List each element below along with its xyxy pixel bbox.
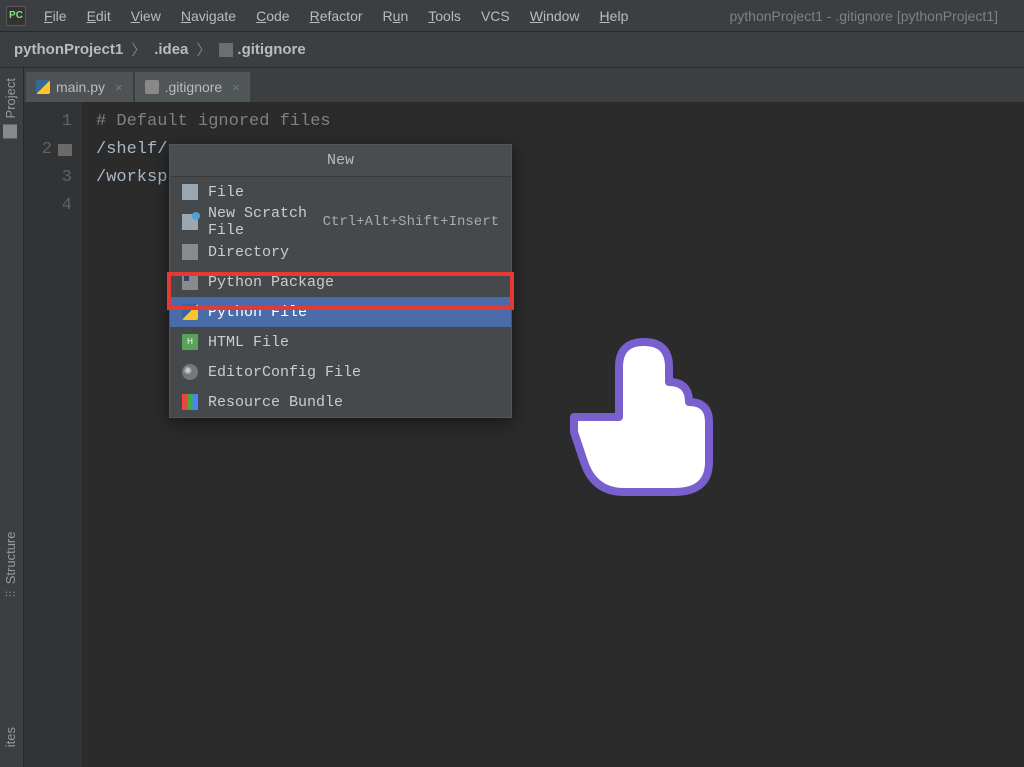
menu-label: ile	[53, 8, 67, 24]
menu-file[interactable]: File	[34, 4, 77, 28]
line-number: 2	[42, 136, 52, 164]
gutter: 1 2 3 4	[24, 102, 82, 767]
tab-gitignore[interactable]: .gitignore ×	[135, 72, 250, 102]
tab-label: main.py	[56, 79, 105, 95]
menu-item-file[interactable]: File	[170, 177, 511, 207]
menu-item-label: File	[208, 184, 244, 201]
file-icon	[219, 43, 233, 57]
scratch-file-icon	[182, 214, 198, 230]
menu-label: elp	[610, 8, 629, 24]
pointing-hand-icon	[564, 322, 724, 502]
menu-item-label: New Scratch File	[208, 205, 313, 239]
python-icon	[36, 80, 50, 94]
left-toolbar: Project ⫶⫶ Structure ites	[0, 68, 24, 767]
chevron-right-icon: 〉	[196, 39, 211, 60]
structure-icon: ⫶⫶	[3, 591, 18, 598]
menu-window[interactable]: Window	[520, 4, 590, 28]
tool-label: ites	[3, 727, 18, 747]
menu-item-label: EditorConfig File	[208, 364, 361, 381]
code-line: # Default ignored files	[96, 108, 331, 136]
gear-icon	[182, 364, 198, 380]
resource-bundle-icon	[182, 394, 198, 410]
menu-label: indow	[543, 8, 580, 24]
menu-edit[interactable]: Edit	[77, 4, 121, 28]
python-icon	[182, 304, 198, 320]
tool-label: Structure	[3, 532, 18, 585]
menu-item-package[interactable]: Python Package	[170, 267, 511, 297]
shortcut-label: Ctrl+Alt+Shift+Insert	[323, 214, 499, 230]
menu-label: efactor	[320, 8, 363, 24]
context-menu-new: New File New Scratch File Ctrl+Alt+Shift…	[169, 144, 512, 418]
folder-icon	[182, 244, 198, 260]
menu-label: iew	[140, 8, 161, 24]
tool-favorites[interactable]: ites	[0, 717, 21, 757]
close-icon[interactable]: ×	[115, 80, 123, 95]
menu-tools[interactable]: Tools	[418, 4, 471, 28]
folder-icon	[58, 144, 72, 156]
menu-item-editorconfig[interactable]: EditorConfig File	[170, 357, 511, 387]
editor-tabs: main.py × .gitignore ×	[24, 68, 1024, 102]
package-icon	[182, 274, 198, 290]
menu-help[interactable]: Help	[590, 4, 639, 28]
tab-label: .gitignore	[165, 79, 223, 95]
code-editor[interactable]: 1 2 3 4 # Default ignored files /shelf/ …	[24, 102, 1024, 767]
menu-label: dit	[96, 8, 111, 24]
breadcrumb-folder[interactable]: .idea	[154, 41, 188, 58]
menu-vcs[interactable]: VCS	[471, 4, 520, 28]
menu-item-label: Python Package	[208, 274, 334, 291]
close-icon[interactable]: ×	[232, 80, 240, 95]
menu-item-label: Directory	[208, 244, 289, 261]
breadcrumb-project[interactable]: pythonProject1	[14, 41, 123, 58]
context-menu-title: New	[170, 145, 511, 177]
menu-item-html[interactable]: H HTML File	[170, 327, 511, 357]
tool-label: Project	[3, 78, 18, 118]
file-icon	[145, 80, 159, 94]
file-icon	[182, 184, 198, 200]
chevron-right-icon: 〉	[131, 39, 146, 60]
line-number: 1	[62, 108, 72, 136]
workspace: Project ⫶⫶ Structure ites main.py × .git…	[0, 68, 1024, 767]
menu-item-python-file[interactable]: Python File	[170, 297, 511, 327]
line-number: 3	[62, 164, 72, 192]
window-title: pythonProject1 - .gitignore [pythonProje…	[730, 8, 1019, 24]
menu-item-scratch[interactable]: New Scratch File Ctrl+Alt+Shift+Insert	[170, 207, 511, 237]
html-icon: H	[182, 334, 198, 350]
menu-item-directory[interactable]: Directory	[170, 237, 511, 267]
menu-item-label: HTML File	[208, 334, 289, 351]
tab-mainpy[interactable]: main.py ×	[26, 72, 133, 102]
breadcrumb-file[interactable]: .gitignore	[237, 41, 305, 58]
menu-refactor[interactable]: Refactor	[300, 4, 373, 28]
menu-label: ools	[435, 8, 461, 24]
menu-label: n	[400, 8, 408, 24]
menu-code[interactable]: Code	[246, 4, 299, 28]
menu-item-label: Resource Bundle	[208, 394, 343, 411]
app-icon: PC	[6, 6, 26, 26]
menu-item-label: Python File	[208, 304, 307, 321]
menu-view[interactable]: View	[121, 4, 171, 28]
tool-structure[interactable]: ⫶⫶ Structure	[0, 522, 21, 607]
breadcrumb: pythonProject1 〉 .idea 〉 .gitignore	[0, 32, 1024, 68]
menu-label: avigate	[191, 8, 236, 24]
tool-project[interactable]: Project	[0, 68, 21, 148]
folder-icon	[4, 124, 18, 138]
menu-run[interactable]: Run	[373, 4, 419, 28]
menu-navigate[interactable]: Navigate	[171, 4, 246, 28]
menu-label: ode	[266, 8, 289, 24]
editor-area: main.py × .gitignore × 1 2 3 4 # Default…	[24, 68, 1024, 767]
main-menu-bar: PC File Edit View Navigate Code Refactor…	[0, 0, 1024, 32]
menu-item-resource[interactable]: Resource Bundle	[170, 387, 511, 417]
line-number: 4	[62, 192, 72, 220]
